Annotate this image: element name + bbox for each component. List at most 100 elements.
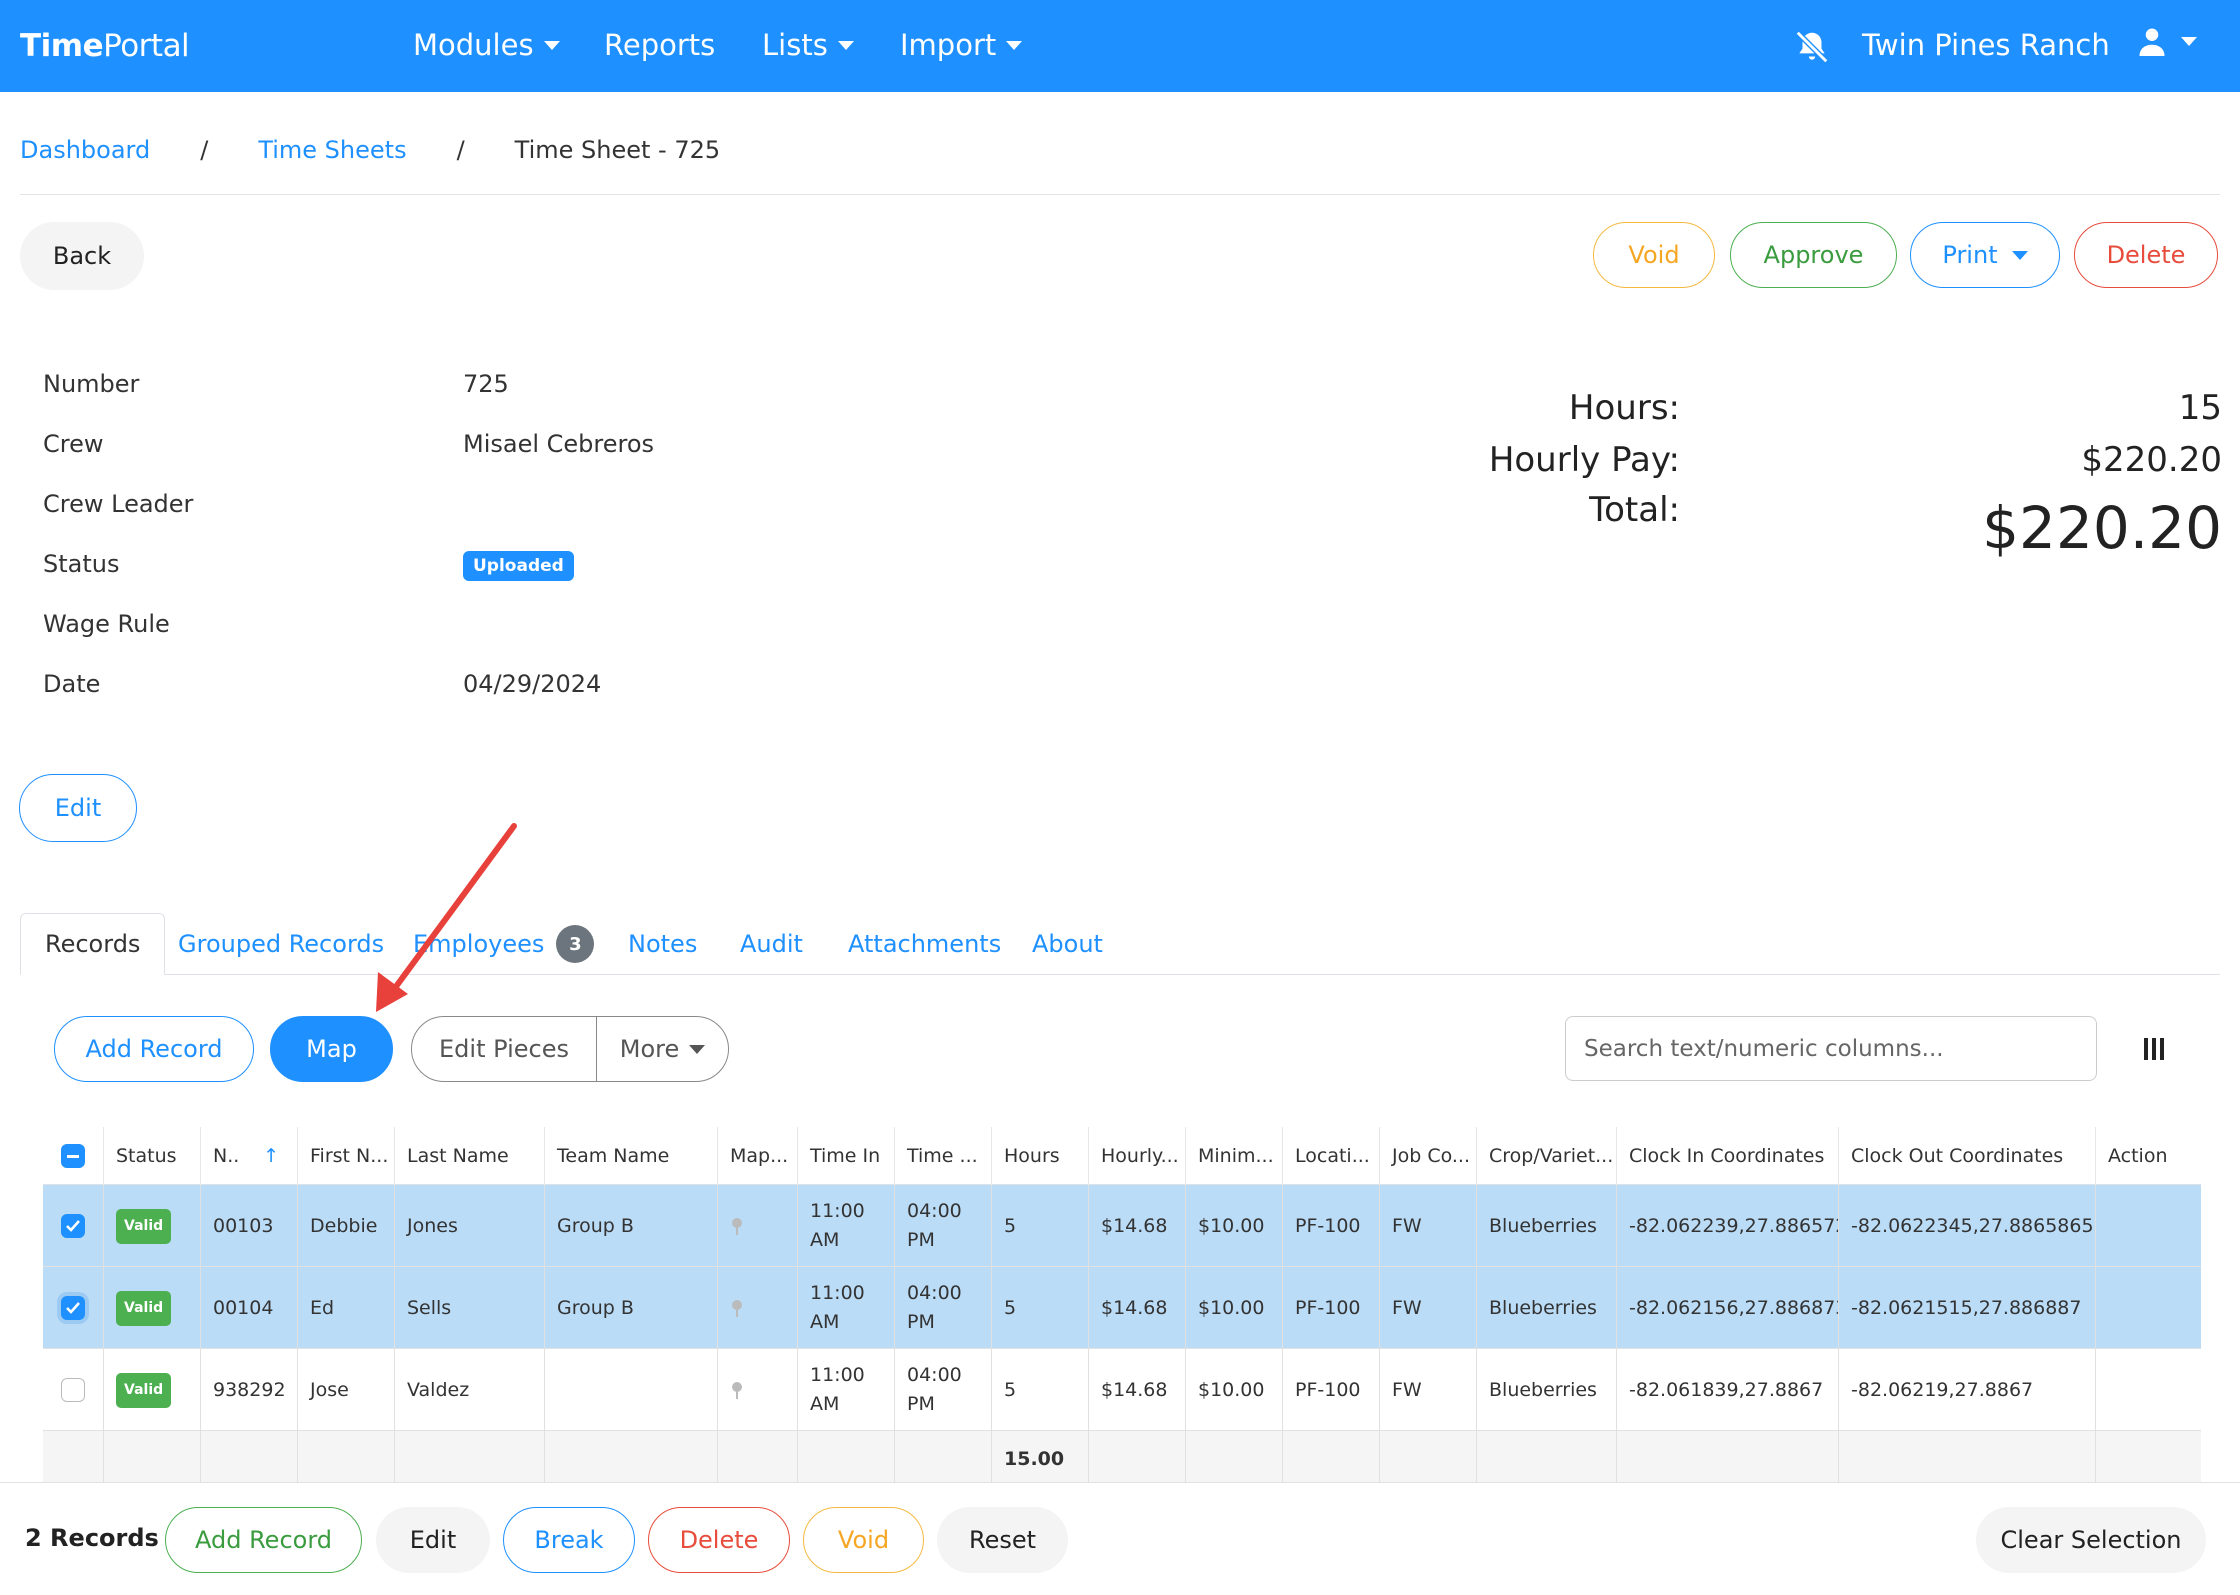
brand-logo[interactable]: TimePortal xyxy=(20,28,190,64)
select-all-checkbox[interactable] xyxy=(43,1127,103,1185)
tab-notes[interactable]: Notes xyxy=(628,913,697,975)
breadcrumb-time-sheets[interactable]: Time Sheets xyxy=(258,136,406,164)
delete-button[interactable]: Delete xyxy=(2074,222,2218,288)
column-header-status[interactable]: Status xyxy=(103,1127,200,1185)
status-label: Status xyxy=(43,550,120,578)
minus-icon xyxy=(61,1144,85,1168)
column-header-time-out[interactable]: Time ... xyxy=(894,1127,991,1185)
row-action[interactable] xyxy=(2095,1185,2201,1267)
row-action[interactable] xyxy=(2095,1349,2201,1431)
crew-label: Crew xyxy=(43,430,104,458)
nav-modules[interactable]: Modules xyxy=(413,28,560,62)
user-menu[interactable] xyxy=(2137,26,2197,56)
tabs-bar: Records Grouped Records Employees 3 Notes… xyxy=(20,913,2220,975)
divider xyxy=(20,194,2220,195)
bulk-delete-button[interactable]: Delete xyxy=(648,1507,790,1573)
row-map[interactable] xyxy=(717,1185,797,1267)
bulk-edit-button[interactable]: Edit xyxy=(376,1507,490,1573)
bulk-break-button[interactable]: Break xyxy=(503,1507,635,1573)
map-pin-icon[interactable] xyxy=(730,1299,744,1317)
bell-muted-icon[interactable] xyxy=(1793,28,1831,66)
row-checkbox[interactable] xyxy=(43,1267,103,1349)
back-button[interactable]: Back xyxy=(20,222,144,290)
row-time-out: 04:00 PM xyxy=(894,1349,991,1431)
caret-down-icon xyxy=(1006,40,1023,50)
wage-rule-label: Wage Rule xyxy=(43,610,170,638)
approve-button[interactable]: Approve xyxy=(1730,222,1897,288)
map-button[interactable]: Map xyxy=(270,1016,393,1082)
edit-button[interactable]: Edit xyxy=(19,774,137,842)
employees-count-badge: 3 xyxy=(556,925,595,963)
map-pin-icon[interactable] xyxy=(730,1217,744,1235)
row-job-code: FW xyxy=(1379,1267,1476,1349)
column-header-crop[interactable]: Crop/Variet... xyxy=(1476,1127,1616,1185)
void-button[interactable]: Void xyxy=(1593,222,1715,288)
column-header-map[interactable]: Map... xyxy=(717,1127,797,1185)
column-header-time-in[interactable]: Time In xyxy=(797,1127,894,1185)
column-header-minimum[interactable]: Minim... xyxy=(1185,1127,1282,1185)
table-row[interactable]: Valid 938292 Jose Valdez 11:00 AM 04:00 PM… xyxy=(43,1349,2201,1431)
edit-pieces-button[interactable]: Edit Pieces xyxy=(411,1016,597,1082)
row-checkbox[interactable] xyxy=(43,1185,103,1267)
column-header-first-name[interactable]: First N... xyxy=(297,1127,394,1185)
total-label: Total: xyxy=(1589,490,1680,530)
nav-lists[interactable]: Lists xyxy=(762,28,854,62)
bulk-reset-button[interactable]: Reset xyxy=(937,1507,1068,1573)
column-header-clock-out[interactable]: Clock Out Coordinates xyxy=(1838,1127,2095,1185)
more-dropdown-button[interactable]: More xyxy=(596,1016,729,1082)
add-record-button[interactable]: Add Record xyxy=(54,1016,254,1082)
tab-grouped-records[interactable]: Grouped Records xyxy=(178,913,384,975)
valid-badge: Valid xyxy=(116,1290,172,1326)
row-clock-out: -82.0622345,27.8865865 xyxy=(1838,1185,2095,1267)
bulk-add-record-button[interactable]: Add Record xyxy=(165,1507,362,1573)
row-time-in: 11:00 AM xyxy=(797,1349,894,1431)
row-action[interactable] xyxy=(2095,1267,2201,1349)
table-row[interactable]: Valid 00104 Ed Sells Group B 11:00 AM 04:… xyxy=(43,1267,2201,1349)
organization-name[interactable]: Twin Pines Ranch xyxy=(1862,28,2110,62)
column-header-hours[interactable]: Hours xyxy=(991,1127,1088,1185)
row-hourly: $14.68 xyxy=(1088,1349,1185,1431)
table-header: Status N.. ↑ First N... Last Name Team Na… xyxy=(43,1127,2201,1185)
column-header-team-name[interactable]: Team Name xyxy=(544,1127,717,1185)
print-button[interactable]: Print xyxy=(1910,222,2060,288)
row-first-name: Jose xyxy=(297,1349,394,1431)
column-header-location[interactable]: Locati... xyxy=(1282,1127,1379,1185)
row-crop: Blueberries xyxy=(1476,1267,1616,1349)
nav-import[interactable]: Import xyxy=(900,28,1023,62)
breadcrumb-dashboard[interactable]: Dashboard xyxy=(20,136,150,164)
map-pin-icon[interactable] xyxy=(730,1381,744,1399)
column-header-job-code[interactable]: Job Co... xyxy=(1379,1127,1476,1185)
row-clock-in: -82.062239,27.8865725 xyxy=(1616,1185,1838,1267)
columns-icon[interactable] xyxy=(2143,1036,2165,1062)
row-time-in: 11:00 AM xyxy=(797,1267,894,1349)
bulk-void-button[interactable]: Void xyxy=(803,1507,924,1573)
column-header-hourly[interactable]: Hourly... xyxy=(1088,1127,1185,1185)
column-header-action[interactable]: Action xyxy=(2095,1127,2201,1185)
tab-attachments[interactable]: Attachments xyxy=(848,913,1001,975)
table-row[interactable]: Valid 00103 Debbie Jones Group B 11:00 AM… xyxy=(43,1185,2201,1267)
tab-audit[interactable]: Audit xyxy=(740,913,803,975)
row-map[interactable] xyxy=(717,1349,797,1431)
row-map[interactable] xyxy=(717,1267,797,1349)
row-location: PF-100 xyxy=(1282,1185,1379,1267)
caret-down-icon xyxy=(2181,36,2197,46)
tab-records[interactable]: Records xyxy=(20,913,166,975)
row-minimum: $10.00 xyxy=(1185,1267,1282,1349)
tab-about[interactable]: About xyxy=(1032,913,1103,975)
breadcrumb-current: Time Sheet - 725 xyxy=(514,136,721,164)
nav-reports[interactable]: Reports xyxy=(604,28,715,62)
column-header-number[interactable]: N.. ↑ xyxy=(200,1127,297,1185)
row-hours: 5 xyxy=(991,1349,1088,1431)
table-totals-row: 15.00 xyxy=(43,1431,2201,1487)
check-icon xyxy=(61,1296,85,1320)
column-header-clock-in[interactable]: Clock In Coordinates xyxy=(1616,1127,1838,1185)
row-hourly: $14.68 xyxy=(1088,1267,1185,1349)
clear-selection-button[interactable]: Clear Selection xyxy=(1976,1507,2206,1573)
row-checkbox[interactable] xyxy=(43,1349,103,1431)
tab-employees[interactable]: Employees 3 xyxy=(413,913,595,975)
search-input[interactable] xyxy=(1565,1016,2097,1081)
column-header-last-name[interactable]: Last Name xyxy=(394,1127,544,1185)
row-last-name: Valdez xyxy=(394,1349,544,1431)
status-badge: Uploaded xyxy=(463,551,574,581)
row-status: Valid xyxy=(103,1267,200,1349)
